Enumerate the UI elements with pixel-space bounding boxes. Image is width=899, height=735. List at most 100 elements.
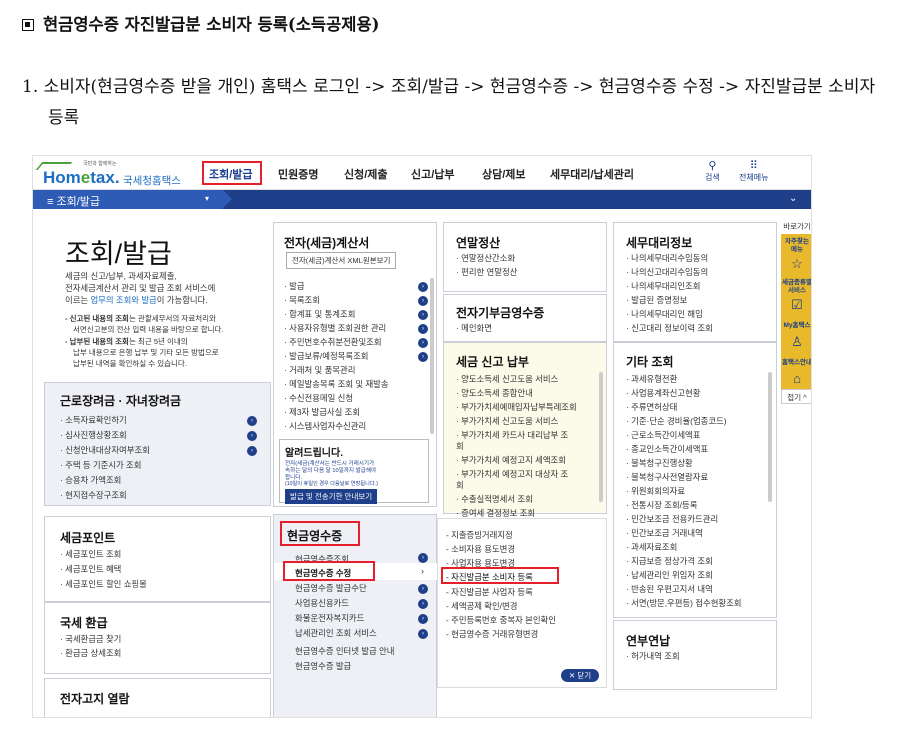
list-item[interactable]: · 메일발송목록 조회 및 재발송 <box>284 378 389 390</box>
list-item[interactable]: · 과세자료조회 <box>626 541 677 553</box>
quick-my-hometax[interactable]: My홈택스 <box>781 322 811 330</box>
submenu-item[interactable]: - 현금영수증 거래유형변경 <box>446 628 538 640</box>
list-item[interactable]: · 나의신고대리수임동의 <box>626 266 708 278</box>
menu-item[interactable]: 사업용신용카드 <box>295 597 349 609</box>
list-item[interactable]: 회 <box>456 479 464 491</box>
list-item[interactable]: · 환급금 상세조회 <box>60 647 121 659</box>
list-item[interactable]: · 부가가치세 카드사 대리납부 조 <box>456 429 568 441</box>
list-item[interactable]: · 수신전용메일 신청 <box>284 392 353 404</box>
list-item[interactable]: · 세금포인트 혜택 <box>60 563 121 575</box>
list-item[interactable]: · 부가가치세 예정고지 대상자 조 <box>456 468 568 480</box>
menu-tax-agent[interactable]: 세무대리/납세관리 <box>550 166 634 182</box>
list-item[interactable]: · 사업용계좌신고현황 <box>626 387 700 399</box>
arrow-right-icon[interactable]: › <box>418 296 428 306</box>
menu-item[interactable]: 납세관리인 조회 서비스 <box>295 627 377 639</box>
menu-certificate[interactable]: 민원증명 <box>278 166 318 182</box>
submenu-item[interactable]: - 지출증빙거래지정 <box>446 529 513 541</box>
list-item[interactable]: · 세금포인트 할인 쇼핑몰 <box>60 578 147 590</box>
list-item[interactable]: · 발급보류/예정목록조회 <box>284 350 369 362</box>
list-item[interactable]: · 서면(방문,우편등) 접수현황조회 <box>626 597 742 609</box>
arrow-right-icon[interactable]: › <box>247 446 257 456</box>
list-item[interactable]: · 민간보조금 거래내역 <box>626 527 703 539</box>
arrow-right-icon[interactable]: › <box>418 310 428 320</box>
list-item[interactable]: · 편리한 연말정산 <box>456 266 517 278</box>
list-item[interactable]: · 전통시장 조회/등록 <box>626 499 697 511</box>
list-item[interactable]: · 나의세무대리수임동의 <box>626 252 708 264</box>
list-item[interactable]: · 과세유형전환 <box>626 373 677 385</box>
scrollbar[interactable] <box>430 278 434 434</box>
list-item[interactable]: · 부가가치세 신고도움 서비스 <box>456 415 558 427</box>
list-item[interactable]: · 발급된 증명정보 <box>626 294 687 306</box>
arrow-right-icon[interactable]: › <box>418 338 428 348</box>
chevron-down-icon[interactable]: ▾ <box>205 194 209 203</box>
list-item[interactable]: · 허가내역 조회 <box>626 650 680 662</box>
list-item[interactable]: · 납세관리인 위임자 조회 <box>626 569 713 581</box>
list-item[interactable]: · 연말정산간소화 <box>456 252 515 264</box>
list-item[interactable]: · 심사진행상황조회 <box>60 429 127 441</box>
arrow-right-icon[interactable]: › <box>418 553 428 563</box>
list-item[interactable]: 회 <box>456 440 464 452</box>
list-item[interactable]: · 수출실적명세서 조회 <box>456 493 533 505</box>
quick-favorites[interactable]: 자주찾는 메뉴 <box>781 238 811 254</box>
list-item[interactable]: · 합계표 및 통계조회 <box>284 308 355 320</box>
list-item[interactable]: · 부가가치세 예정고지 세액조회 <box>456 454 566 466</box>
list-item[interactable]: · 발급 <box>284 280 305 292</box>
list-item[interactable]: · 부가가치세예매입자납부특례조회 <box>456 401 577 413</box>
list-item[interactable]: · 나의세무대리인조회 <box>626 280 700 292</box>
list-item[interactable]: · 신청안내대상자여부조회 <box>60 444 150 456</box>
close-button[interactable]: ✕ 닫기 <box>561 669 600 682</box>
list-item[interactable]: · 소득자료확인하기 <box>60 414 127 426</box>
list-item[interactable]: · 불복청구진행상황 <box>626 457 693 469</box>
list-item[interactable]: · 세금포인트 조회 <box>60 548 121 560</box>
list-item[interactable]: · 양도소득세 신고도움 서비스 <box>456 373 558 385</box>
list-item[interactable]: · 승용차 가액조회 <box>60 474 121 486</box>
submenu-item[interactable]: - 세액공제 확인/변경 <box>446 600 517 612</box>
list-item[interactable]: · 기준·단순 경비율(업종코드) <box>626 415 727 427</box>
arrow-right-icon[interactable]: › <box>418 629 428 639</box>
quick-guide[interactable]: 홈택스안내 <box>781 359 811 367</box>
list-item[interactable]: · 양도소득세 종합안내 <box>456 387 533 399</box>
scrollbar[interactable] <box>768 372 772 502</box>
list-item[interactable]: · 위원회회의자료 <box>626 485 685 497</box>
arrow-right-icon[interactable]: › <box>418 599 428 609</box>
list-item[interactable]: · 메인화면 <box>456 322 492 334</box>
list-item[interactable]: · 지급보증 정상가격 조회 <box>626 555 713 567</box>
all-menu-button[interactable]: ⠿ 전체메뉴 <box>739 161 768 183</box>
submenu-item[interactable]: - 주민등록번호 중복자 본인확인 <box>446 614 556 626</box>
menu-item[interactable]: 현금영수증 인터넷 발급 안내 <box>295 645 394 657</box>
arrow-right-icon[interactable]: › <box>418 614 428 624</box>
menu-item[interactable]: 현금영수증 발급수단 <box>295 582 367 594</box>
menu-consult[interactable]: 상담/제보 <box>482 166 526 182</box>
scrollbar[interactable] <box>599 372 603 502</box>
arrow-right-icon[interactable]: › <box>247 431 257 441</box>
list-item[interactable]: · 주민번호수취분전환및조회 <box>284 336 382 348</box>
arrow-right-icon[interactable]: › <box>418 282 428 292</box>
deadline-guide-button[interactable]: 발급 및 전송기한 안내보기 <box>285 489 378 504</box>
list-item[interactable]: · 신고대리 정보이력 조회 <box>626 322 713 334</box>
submenu-item[interactable]: - 자진발급분 사업자 등록 <box>446 586 533 598</box>
list-item[interactable]: · 나의세무대리인 해임 <box>626 308 703 320</box>
fold-button[interactable]: 접기 ^ <box>781 389 811 404</box>
list-item[interactable]: · 민간보조금 전용카드관리 <box>626 513 718 525</box>
collapse-icon[interactable]: ⌄ <box>789 193 797 204</box>
list-item[interactable]: · 사용자유형별 조회권한 관리 <box>284 322 386 334</box>
list-item[interactable]: · 거래처 및 품목관리 <box>284 364 355 376</box>
quick-tax-services[interactable]: 세금종류별 서비스 <box>781 279 811 295</box>
submenu-item[interactable]: - 소비자용 용도변경 <box>446 543 515 555</box>
arrow-right-icon[interactable]: › <box>247 416 257 426</box>
list-item[interactable]: · 불복청구사전열람자료 <box>626 471 708 483</box>
arrow-right-icon[interactable]: › <box>418 352 428 362</box>
menu-apply-submit[interactable]: 신청/제출 <box>344 166 388 182</box>
list-item[interactable]: · 제3자 발급사실 조회 <box>284 406 360 418</box>
list-item[interactable]: · 주류면허상태 <box>626 401 677 413</box>
arrow-right-icon[interactable]: › <box>418 584 428 594</box>
xml-view-button[interactable]: 전자(세금)계산서 XML원본보기 <box>286 252 397 269</box>
arrow-right-icon[interactable]: › <box>418 324 428 334</box>
list-item[interactable]: · 시스템사업자수신관리 <box>284 420 366 432</box>
panel-title[interactable]: 전자고지 열람 <box>60 690 130 707</box>
search-button[interactable]: ⚲ 검색 <box>705 161 720 183</box>
menu-item[interactable]: 현금영수증 발급 <box>295 660 351 672</box>
list-item[interactable]: · 종교인소득간이세액표 <box>626 443 708 455</box>
list-item[interactable]: · 근로소득간이세액표 <box>626 429 700 441</box>
list-item[interactable]: · 주택 등 기준시가 조회 <box>60 459 141 471</box>
